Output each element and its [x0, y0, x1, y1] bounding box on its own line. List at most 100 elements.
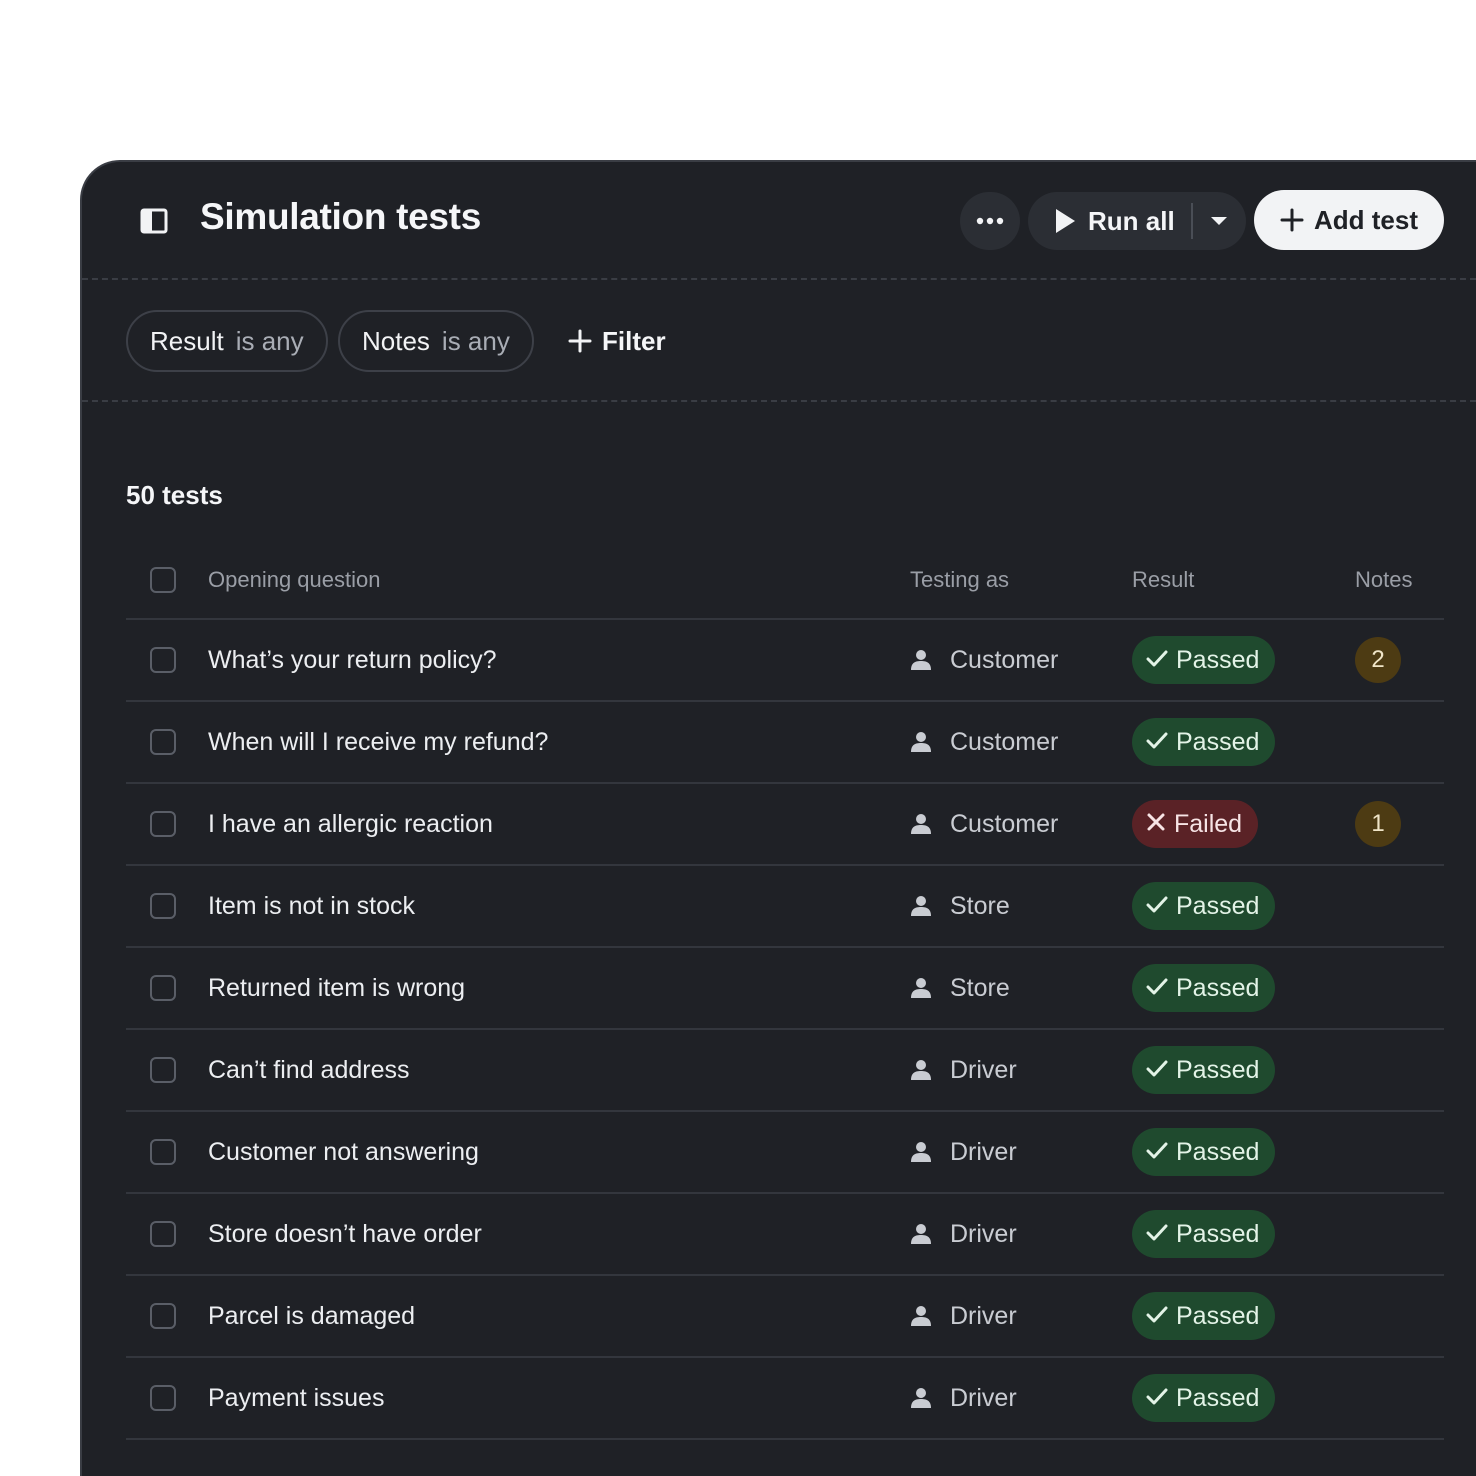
- run-all-dropdown-button[interactable]: [1193, 192, 1246, 250]
- run-all-label: Run all: [1088, 205, 1175, 236]
- opening-question: Item is not in stock: [208, 891, 416, 920]
- tests-table: Opening question Testing as Result Notes…: [126, 542, 1444, 1440]
- select-all-checkbox[interactable]: [150, 567, 176, 593]
- result-badge[interactable]: Passed: [1132, 1046, 1276, 1094]
- testing-as-role: Driver: [950, 1219, 1017, 1248]
- table-row[interactable]: Payment issues Driver Passed: [126, 1358, 1444, 1440]
- filter-bar: Result is any Notes is any Filter: [82, 282, 1476, 402]
- result-icon: [1146, 728, 1176, 757]
- row-checkbox[interactable]: [150, 1385, 176, 1411]
- run-all-split-button: Run all: [1028, 192, 1246, 250]
- row-checkbox[interactable]: [150, 893, 176, 919]
- result-icon: [1146, 1384, 1176, 1413]
- result-cell: Passed: [1132, 620, 1276, 700]
- add-filter-button[interactable]: Filter: [568, 310, 666, 372]
- add-test-button[interactable]: Add test: [1254, 190, 1444, 250]
- person-icon: [911, 814, 931, 834]
- row-checkbox[interactable]: [150, 975, 176, 1001]
- filter-chip-result[interactable]: Result is any: [126, 310, 328, 372]
- testing-as-role: Customer: [950, 809, 1059, 838]
- testing-as-role: Store: [950, 973, 1010, 1002]
- row-checkbox[interactable]: [150, 1139, 176, 1165]
- result-icon: [1146, 646, 1176, 675]
- result-cell: Passed: [1132, 702, 1276, 782]
- person-icon: [911, 1224, 931, 1244]
- page-header: Simulation tests Run all Add test: [82, 162, 1476, 280]
- testing-as: Driver: [910, 1194, 1017, 1274]
- table-row[interactable]: What’s your return policy? Customer Pass…: [126, 620, 1444, 702]
- more-options-button[interactable]: [960, 192, 1020, 250]
- result-icon: [1146, 1138, 1176, 1167]
- column-header-result[interactable]: Result: [1132, 542, 1194, 618]
- add-filter-label: Filter: [602, 325, 666, 356]
- result-label: Passed: [1176, 1383, 1260, 1412]
- column-header-question[interactable]: Opening question: [208, 542, 380, 618]
- table-row[interactable]: Can’t find address Driver Passed: [126, 1030, 1444, 1112]
- row-checkbox[interactable]: [150, 1303, 176, 1329]
- person-icon: [911, 650, 931, 670]
- testing-as: Driver: [910, 1358, 1017, 1438]
- notes-cell: 2: [1355, 620, 1401, 700]
- filter-field: Notes: [362, 325, 430, 356]
- row-checkbox[interactable]: [150, 1221, 176, 1247]
- opening-question: Returned item is wrong: [208, 973, 466, 1002]
- result-label: Passed: [1176, 891, 1260, 920]
- testing-as: Store: [910, 866, 1010, 946]
- person-icon: [911, 732, 931, 752]
- result-badge[interactable]: Passed: [1132, 636, 1276, 684]
- row-checkbox[interactable]: [150, 729, 176, 755]
- result-badge[interactable]: Passed: [1132, 718, 1276, 766]
- result-badge[interactable]: Passed: [1132, 882, 1276, 930]
- result-badge[interactable]: Passed: [1132, 1292, 1276, 1340]
- table-header-row: Opening question Testing as Result Notes: [126, 542, 1444, 620]
- person-icon: [911, 896, 931, 916]
- result-badge[interactable]: Passed: [1132, 964, 1276, 1012]
- person-icon: [911, 1060, 931, 1080]
- check-icon: [1146, 1060, 1168, 1076]
- more-horizontal-icon: [976, 217, 1004, 225]
- result-badge[interactable]: Passed: [1132, 1210, 1276, 1258]
- check-icon: [1146, 978, 1168, 994]
- opening-question: Payment issues: [208, 1383, 385, 1412]
- table-row[interactable]: Returned item is wrong Store Passed: [126, 948, 1444, 1030]
- table-row[interactable]: Parcel is damaged Driver Passed: [126, 1276, 1444, 1358]
- testing-as: Store: [910, 948, 1010, 1028]
- result-badge[interactable]: Passed: [1132, 1128, 1276, 1176]
- table-row[interactable]: I have an allergic reaction Customer Fai…: [126, 784, 1444, 866]
- result-cell: Passed: [1132, 1276, 1276, 1356]
- column-header-testing-as[interactable]: Testing as: [910, 542, 1009, 618]
- run-all-button[interactable]: Run all: [1028, 192, 1191, 250]
- notes-count-badge[interactable]: 2: [1355, 637, 1401, 683]
- result-badge[interactable]: Failed: [1132, 800, 1259, 848]
- result-badge[interactable]: Passed: [1132, 1374, 1276, 1422]
- row-checkbox[interactable]: [150, 1057, 176, 1083]
- row-checkbox[interactable]: [150, 811, 176, 837]
- filter-operator: is any: [441, 325, 510, 356]
- tests-count: 50 tests: [126, 480, 223, 510]
- filter-operator: is any: [235, 325, 304, 356]
- table-row[interactable]: When will I receive my refund? Customer …: [126, 702, 1444, 784]
- check-icon: [1146, 650, 1168, 666]
- result-icon: [1146, 892, 1176, 921]
- table-row[interactable]: Store doesn’t have order Driver Passed: [126, 1194, 1444, 1276]
- notes-count-badge[interactable]: 1: [1355, 801, 1401, 847]
- row-checkbox[interactable]: [150, 647, 176, 673]
- result-icon: [1146, 1220, 1176, 1249]
- table-row[interactable]: Item is not in stock Store Passed: [126, 866, 1444, 948]
- person-icon: [911, 1142, 931, 1162]
- column-header-notes[interactable]: Notes: [1355, 542, 1412, 618]
- notes-cell: 1: [1355, 784, 1401, 864]
- testing-as: Customer: [910, 702, 1058, 782]
- testing-as: Customer: [910, 784, 1058, 864]
- testing-as-role: Store: [950, 891, 1010, 920]
- testing-as-role: Driver: [950, 1301, 1017, 1330]
- filter-chip-notes[interactable]: Notes is any: [338, 310, 534, 372]
- sidebar-toggle-icon[interactable]: [140, 208, 168, 234]
- result-cell: Passed: [1132, 1194, 1276, 1274]
- chevron-down-icon: [1211, 217, 1228, 225]
- result-icon: [1146, 1056, 1176, 1085]
- testing-as: Driver: [910, 1030, 1017, 1110]
- table-row[interactable]: Customer not answering Driver Passed: [126, 1112, 1444, 1194]
- opening-question: Parcel is damaged: [208, 1301, 416, 1330]
- result-label: Passed: [1176, 1219, 1260, 1248]
